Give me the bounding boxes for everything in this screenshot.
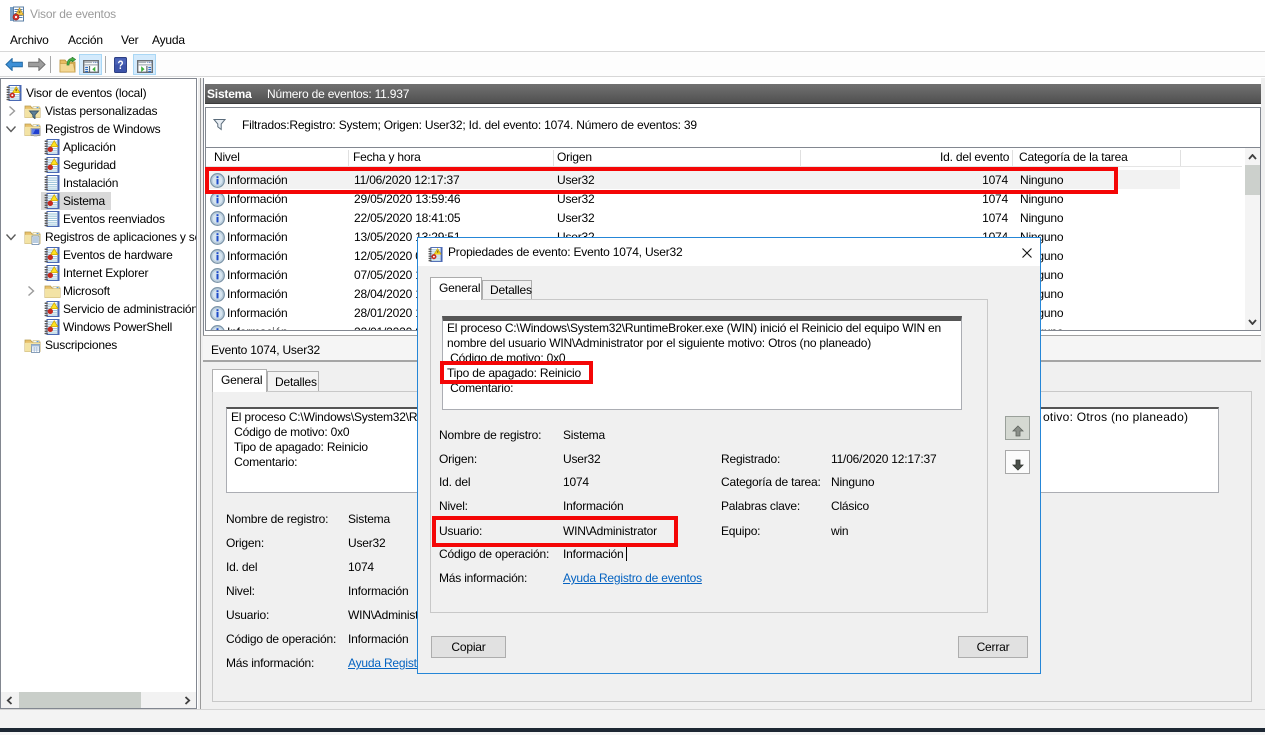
svg-text:?: ? <box>117 59 123 72</box>
